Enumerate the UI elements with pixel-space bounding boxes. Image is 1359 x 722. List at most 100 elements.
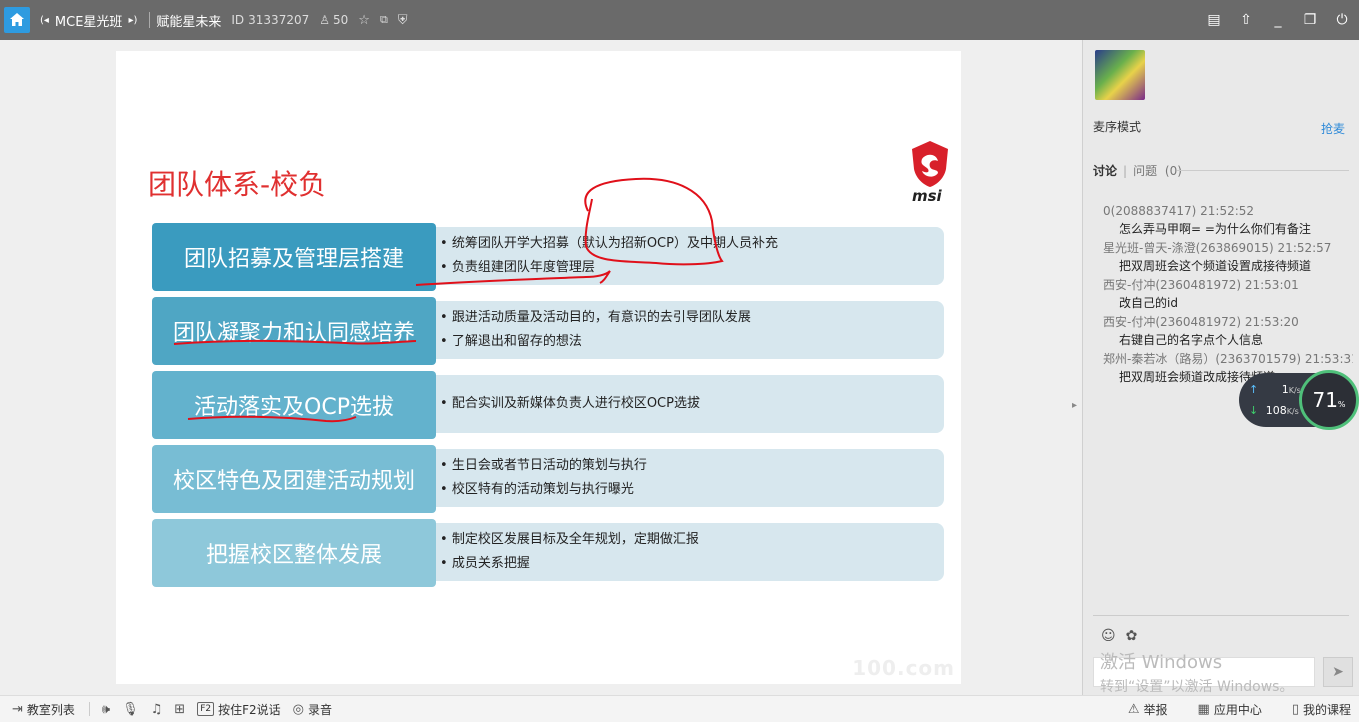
bullet-item: • 成员关系把握 <box>440 552 944 576</box>
user-count: ♙ 50 <box>319 13 348 27</box>
row-label: 团队凝聚力和认同感培养 <box>152 297 436 365</box>
mic-icon: 🎙 <box>122 701 139 717</box>
chat-message-text: 右键自己的名字点个人信息 <box>1119 333 1264 347</box>
slide: 团队体系-校负 msi 团队招募及管理层搭建 • 统筹团队开学大招募（默认为招新O… <box>116 51 961 684</box>
power-icon[interactable]: ⏻ <box>1333 11 1351 29</box>
chat-message-meta[interactable]: 西安-付冲(2360481972) 21:53:01 <box>1103 276 1353 294</box>
chat-message-meta[interactable]: 0(2088837417) 21:52:52 <box>1103 202 1353 220</box>
bullet-item: • 跟进活动质量及活动目的，有意识的去引导团队发展 <box>440 306 944 330</box>
slide-row: 活动落实及OCP选拔 • 配合实训及新媒体负责人进行校区OCP选拔 <box>152 371 946 439</box>
bullet-item: • 配合实训及新媒体负责人进行校区OCP选拔 <box>440 392 944 416</box>
row-label: 团队招募及管理层搭建 <box>152 223 436 291</box>
grid-icon: ▦ <box>1197 702 1210 717</box>
my-courses-label: 我的课程 <box>1302 703 1351 717</box>
send-icon: ➤ <box>1332 664 1344 680</box>
bullet-icon: • <box>440 310 452 325</box>
report-button[interactable]: ⚠ 举报 <box>1128 701 1168 718</box>
forward-icon: ▸) <box>128 14 138 26</box>
tabs-underline <box>1177 170 1349 171</box>
network-speed-widget[interactable]: ↑ 1K/s ↓ 108K/s 71% <box>1239 370 1359 430</box>
row-description: • 配合实训及新媒体负责人进行校区OCP选拔 <box>434 375 944 433</box>
send-button[interactable]: ➤ <box>1323 657 1353 687</box>
exit-icon: ⇥ <box>12 701 23 717</box>
chat-message-text: 怎么弄马甲啊= =为什么你们有备注 <box>1119 222 1311 236</box>
row-description: • 生日会或者节日活动的策划与执行 • 校区特有的活动策划与执行曝光 <box>434 449 944 507</box>
bullet-text: 生日会或者节日活动的策划与执行 <box>451 458 647 473</box>
chat-message-meta[interactable]: 西安-付冲(2360481972) 21:53:20 <box>1103 313 1353 331</box>
upload-speed-value: 1 <box>1281 383 1289 396</box>
question-count: (0) <box>1164 164 1182 178</box>
tab-discuss[interactable]: 讨论 <box>1093 162 1117 179</box>
bullet-item: • 生日会或者节日活动的策划与执行 <box>440 454 944 478</box>
mixer-button[interactable]: ⊞ <box>174 702 185 717</box>
skin-icon[interactable]: ⇧ <box>1237 11 1255 29</box>
user-icon: ♙ <box>319 13 330 27</box>
music-icon: ♫ <box>150 701 163 717</box>
record-button[interactable]: ◎ 录音 <box>293 701 332 718</box>
bullet-icon: • <box>440 556 452 571</box>
home-button[interactable] <box>4 7 30 33</box>
id-label: ID 31337207 <box>231 13 309 27</box>
tab-question[interactable]: 问题 (0) <box>1133 162 1182 179</box>
bullet-icon: • <box>440 334 452 349</box>
chat-message-meta[interactable]: 星光班-曾天-涤澄(263869015) 21:52:57 <box>1103 239 1353 257</box>
f2-key-icon: F2 <box>197 702 215 716</box>
bullet-text: 校区特有的活动策划与执行曝光 <box>451 482 634 497</box>
slide-row: 校区特色及团建活动规划 • 生日会或者节日活动的策划与执行 • 校区特有的活动策划与… <box>152 445 946 513</box>
speaker-icon: 🕪 <box>101 701 111 717</box>
class-selector[interactable]: (◂ MCE星光班 ▸) <box>40 11 137 30</box>
app-center-button[interactable]: ▦ 应用中心 <box>1198 701 1262 718</box>
row-label: 活动落实及OCP选拔 <box>152 371 436 439</box>
my-courses-button[interactable]: ▯ 我的课程 <box>1292 701 1351 718</box>
slide-row: 把握校区整体发展 • 制定校区发展目标及全年规划，定期做汇报 • 成员关系把握 <box>152 519 946 587</box>
bullet-text: 制定校区发展目标及全年规划，定期做汇报 <box>451 532 699 547</box>
minimize-icon[interactable]: _ <box>1269 11 1287 29</box>
push-to-talk-button[interactable]: F2 按住F2说话 <box>197 701 281 718</box>
favorite-icon[interactable]: ☆ <box>358 13 370 28</box>
bullet-icon: • <box>440 260 452 275</box>
chat-message-meta[interactable]: 郑州-秦若冰（路易）(2363701579) 21:53:31 <box>1103 350 1353 368</box>
speaker-button[interactable]: 🕪 <box>102 702 110 717</box>
mic-button[interactable]: 🎙 <box>122 702 139 717</box>
chat-tools: ☺ ✿ <box>1101 628 1137 644</box>
gift-icon[interactable]: ✿ <box>1126 628 1138 644</box>
slide-row: 团队凝聚力和认同感培养 • 跟进活动质量及活动目的，有意识的去引导团队发展 • 了解… <box>152 297 946 365</box>
bullet-icon: • <box>440 532 452 547</box>
bullet-text: 统筹团队开学大招募（默认为招新OCP）及中期人员补充 <box>451 236 778 251</box>
user-count-value: 50 <box>333 13 349 27</box>
restore-icon[interactable]: ❐ <box>1301 11 1319 29</box>
activation-subtitle: 转到“设置”以激活 Windows。 <box>1100 679 1294 695</box>
bullet-item: • 负责组建团队年度管理层 <box>440 256 944 280</box>
grab-mic-link[interactable]: 抢麦 <box>1321 120 1345 137</box>
bullet-item: • 了解退出和留存的想法 <box>440 330 944 354</box>
pen-annotations <box>173 177 724 423</box>
watermark: 100.com <box>852 656 955 680</box>
chat-message-text: 改自己的id <box>1119 296 1178 310</box>
share-icon[interactable]: ⧉ <box>380 13 388 27</box>
notes-icon[interactable]: ▤ <box>1205 11 1223 29</box>
row-label: 校区特色及团建活动规划 <box>152 445 436 513</box>
tab-separator: | <box>1123 163 1128 178</box>
bullet-text: 成员关系把握 <box>451 556 530 571</box>
bullet-icon: • <box>440 236 452 251</box>
host-avatar[interactable] <box>1095 50 1145 100</box>
id-label-text: ID <box>231 13 245 27</box>
bottom-divider <box>88 702 90 716</box>
shield-icon[interactable]: ⛨ <box>398 13 408 28</box>
download-arrow-icon: ↓ <box>1249 404 1259 417</box>
gauge-value: 71 <box>1312 388 1338 412</box>
panel-tabs: 讨论 | 问题 (0) <box>1093 162 1182 179</box>
music-button[interactable]: ♫ <box>151 702 163 717</box>
emoji-icon[interactable]: ☺ <box>1101 628 1116 644</box>
chat-message-text: 把双周班会这个频道设置成接待频道 <box>1119 259 1312 273</box>
bullet-icon: • <box>440 396 452 411</box>
row-description: • 跟进活动质量及活动目的，有意识的去引导团队发展 • 了解退出和留存的想法 <box>434 301 944 359</box>
classroom-list-button[interactable]: ⇥ 教室列表 <box>12 701 75 718</box>
record-label: 录音 <box>308 702 333 717</box>
mixer-icon: ⊞ <box>174 701 186 717</box>
report-label: 举报 <box>1143 703 1168 717</box>
tab-question-label: 问题 <box>1133 164 1158 178</box>
book-icon: ▯ <box>1291 702 1299 717</box>
channel-name: 赋能星未来 <box>156 14 222 30</box>
collapse-arrow-icon[interactable]: ▸ <box>1072 400 1082 416</box>
